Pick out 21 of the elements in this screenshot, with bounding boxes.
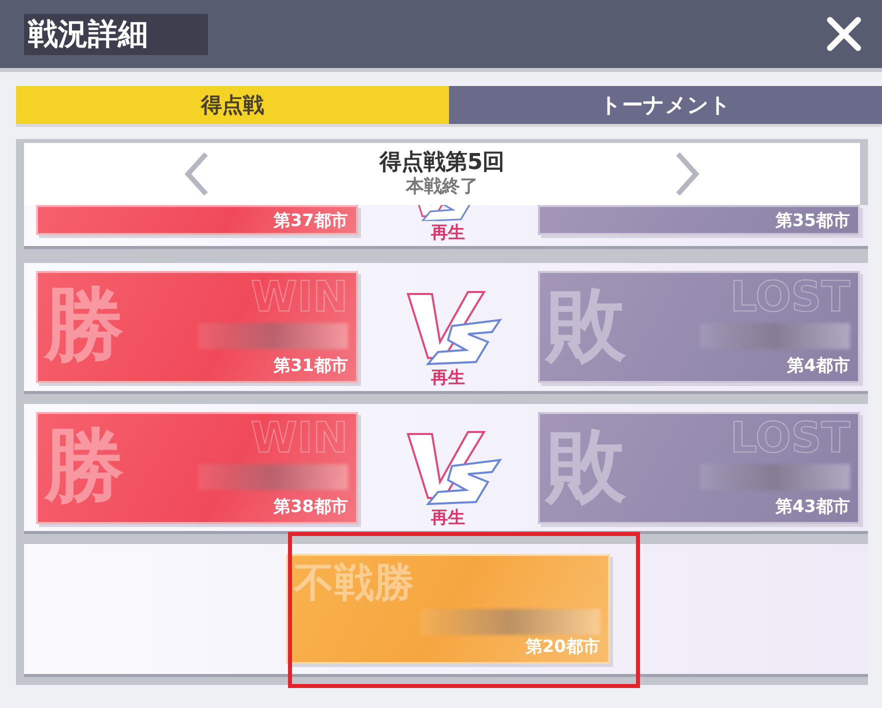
city-label: 第35都市	[775, 210, 850, 232]
round-title: 得点戦第5回	[379, 150, 505, 176]
city-label: 第37都市	[273, 210, 348, 232]
close-button[interactable]	[824, 14, 864, 54]
city-label: 第20都市	[525, 636, 600, 658]
result-word: WIN	[250, 416, 348, 460]
replay-button[interactable]: 再生	[431, 506, 465, 530]
round-status: 本戦終了	[406, 176, 478, 198]
result-mark: 不戦勝	[294, 559, 415, 608]
tab[interactable]: 得点戦	[16, 86, 449, 124]
city-label: 第43都市	[775, 496, 850, 518]
result-word: WIN	[250, 274, 348, 319]
city-label: 第38都市	[273, 496, 348, 518]
city-label: 第4都市	[787, 354, 850, 377]
tab[interactable]: トーナメント	[449, 86, 882, 124]
result-mark: 勝	[44, 418, 124, 514]
close-icon	[824, 14, 864, 54]
replay-button[interactable]: 再生	[431, 366, 465, 389]
result-mark: 勝	[44, 276, 124, 373]
replay-button[interactable]: 再生	[431, 221, 465, 244]
city-label: 第31都市	[273, 354, 348, 377]
